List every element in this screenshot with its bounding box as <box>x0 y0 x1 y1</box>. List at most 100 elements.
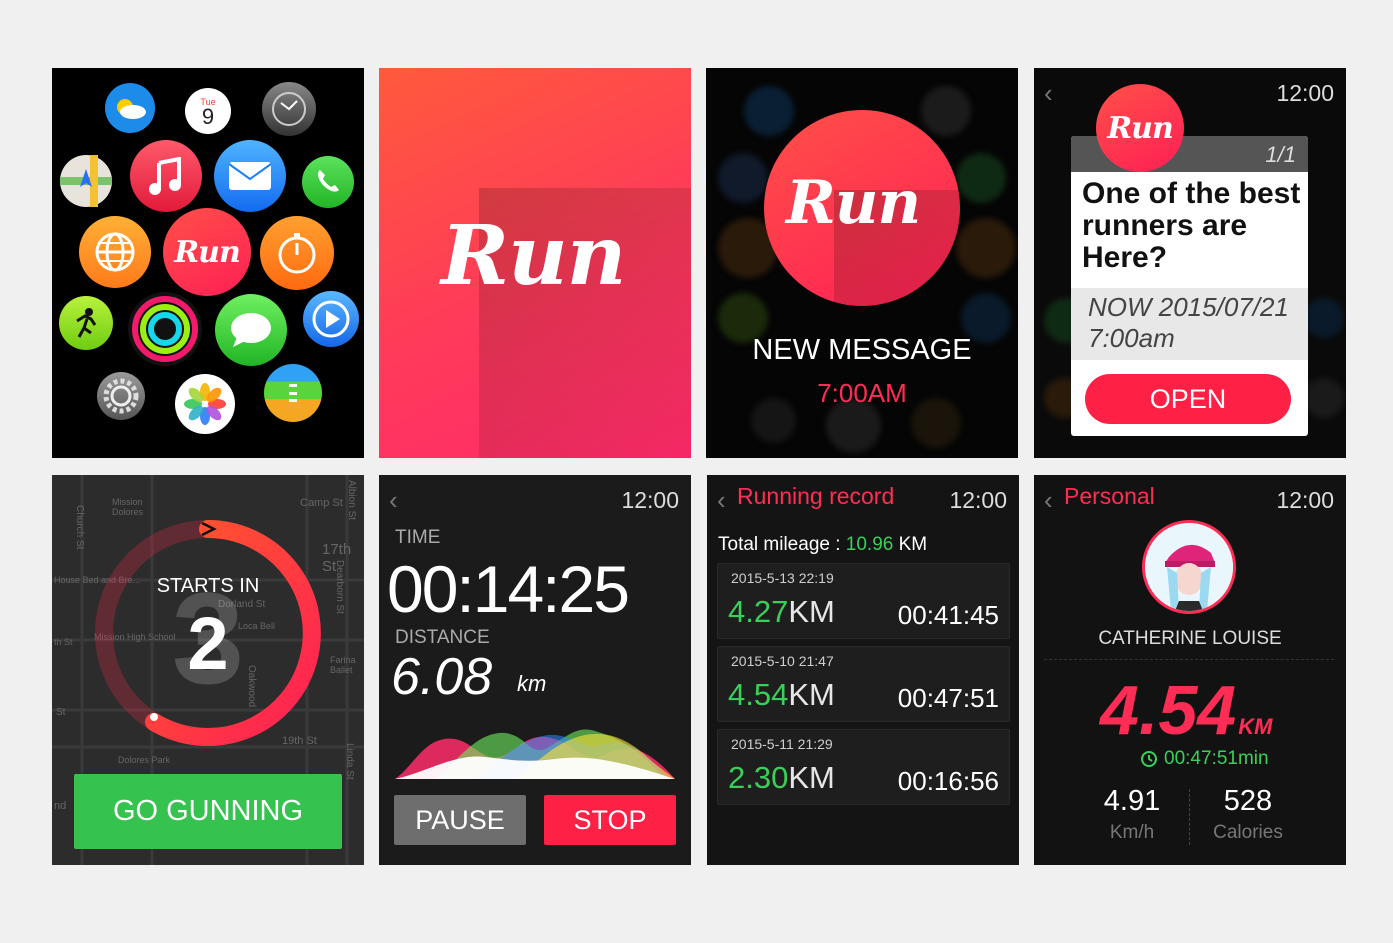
avatar[interactable] <box>1142 520 1236 614</box>
record-date: 2015-5-13 22:19 <box>731 570 834 586</box>
total-mileage-value: 10.96 <box>845 534 894 555</box>
calories-unit: Calories <box>1213 822 1283 843</box>
settings-app-icon[interactable] <box>97 372 145 420</box>
duration-row: 00:47:51min <box>1140 748 1269 770</box>
blur-dot <box>956 153 1006 203</box>
clock-icon <box>1141 751 1157 767</box>
map-label: Dolores Park <box>118 755 171 765</box>
duration-value: 00:47:51min <box>1164 748 1269 769</box>
total-distance-value: 4.54 <box>1100 671 1237 749</box>
time-label: TIME <box>395 527 441 548</box>
globe-app-icon[interactable] <box>79 216 151 288</box>
phone-app-icon[interactable] <box>302 156 354 208</box>
home-app-grid-screen: Tue 9 Run <box>52 68 364 458</box>
run-logo-circle: Run <box>764 110 960 306</box>
messages-app-icon[interactable] <box>215 294 287 366</box>
record-date: 2015-5-10 21:47 <box>731 653 834 669</box>
clock-time: 12:00 <box>1276 487 1334 513</box>
clock-app-icon[interactable] <box>262 82 316 136</box>
running-record-screen: ‹ Running record 12:00 Total mileage : 1… <box>707 475 1019 865</box>
distance-label: DISTANCE <box>395 627 490 648</box>
screen-title: Running record <box>737 483 895 509</box>
record-distance: 4.27KM <box>728 594 835 630</box>
calendar-app-icon[interactable]: Tue 9 <box>185 88 231 134</box>
stop-label: STOP <box>573 804 647 835</box>
workout-screen: ‹ 12:00 TIME 00:14:25 DISTANCE 6.08 km P… <box>379 475 691 865</box>
message-card: 1/1 One of the best runners are Here? NO… <box>1071 136 1308 436</box>
weather-app-icon[interactable] <box>105 83 155 133</box>
countdown-number: 2 <box>187 602 229 685</box>
back-chevron-icon[interactable]: ‹ <box>1044 487 1053 513</box>
play-app-icon[interactable] <box>303 291 359 347</box>
calendar-date-label: 9 <box>201 104 215 129</box>
workout-app-icon[interactable] <box>59 296 113 350</box>
blur-dot <box>718 153 768 203</box>
run-app-icon[interactable]: Run <box>163 208 251 296</box>
blur-dot <box>1304 298 1344 338</box>
personal-screen: ‹ Personal 12:00 CATHERINE LOUISE 4.54KM… <box>1034 475 1346 865</box>
map-label: nd <box>54 800 67 812</box>
blur-dot <box>921 86 971 136</box>
back-chevron-icon[interactable]: ‹ <box>389 487 398 513</box>
total-mileage-label: Total mileage : <box>718 534 846 555</box>
splash-run-logo: Run <box>441 208 626 304</box>
user-name: CATHERINE LOUISE <box>1098 628 1282 649</box>
new-message-screen: Run NEW MESSAGE 7:00AM <box>706 68 1018 458</box>
new-message-title: NEW MESSAGE <box>752 334 972 366</box>
total-mileage: Total mileage : 10.96 KM <box>718 534 927 556</box>
pause-label: PAUSE <box>415 804 505 835</box>
stop-button[interactable]: STOP <box>544 795 676 845</box>
clock-time: 12:00 <box>1276 80 1334 106</box>
record-row[interactable]: 2015-5-11 21:29 2.30KM 00:16:56 <box>717 729 1010 805</box>
activity-waveform <box>395 729 675 779</box>
mail-app-icon[interactable] <box>214 140 286 212</box>
distance-value: 6.08 <box>391 648 493 706</box>
photos-app-icon[interactable] <box>175 374 235 434</box>
record-date: 2015-5-11 21:29 <box>731 736 833 752</box>
open-button-label: OPEN <box>1149 383 1227 414</box>
record-duration: 00:41:45 <box>897 600 999 630</box>
pause-button[interactable]: PAUSE <box>394 795 526 845</box>
record-row[interactable]: 2015-5-13 22:19 4.27KM 00:41:45 <box>717 563 1010 639</box>
run-logo-badge: Run <box>1096 84 1184 172</box>
blur-dot <box>956 218 1016 278</box>
open-button[interactable]: OPEN <box>1085 374 1291 424</box>
new-message-time: 7:00AM <box>817 378 907 408</box>
time-value: 00:14:25 <box>387 552 630 626</box>
clock-time: 12:00 <box>949 487 1007 513</box>
record-row[interactable]: 2015-5-10 21:47 4.54KM 00:47:51 <box>717 646 1010 722</box>
record-km-value: 2.30 <box>728 760 789 795</box>
speed-unit: Km/h <box>1109 822 1155 843</box>
go-gunning-button[interactable]: GO GUNNING <box>74 774 342 849</box>
map-label: Camp St <box>300 497 343 509</box>
music-app-icon[interactable] <box>130 140 202 212</box>
record-duration: 00:47:51 <box>897 683 999 713</box>
speed-value: 4.91 <box>1103 785 1161 817</box>
card-headline: One of the best runners are Here? <box>1082 177 1301 274</box>
back-chevron-icon[interactable]: ‹ <box>1044 80 1053 106</box>
record-km-value: 4.27 <box>728 594 789 629</box>
calories-value: 528 <box>1223 785 1273 817</box>
back-chevron-icon[interactable]: ‹ <box>717 487 726 513</box>
record-distance: 4.54KM <box>728 677 835 713</box>
message-detail-screen: ‹ 12:00 1/1 One of the best runners are … <box>1034 68 1346 458</box>
timestamp-line2: 7:00am <box>1088 323 1175 353</box>
map-label: Linda St <box>344 743 355 780</box>
blur-dot <box>1304 378 1344 418</box>
pager-label: 1/1 <box>1265 142 1296 167</box>
total-mileage-unit: KM <box>893 534 928 555</box>
divider <box>1044 659 1334 660</box>
screen-title: Personal <box>1064 483 1155 509</box>
countdown-screen: Mission Dolores Camp St 17th St Church S… <box>52 475 364 865</box>
timer-app-icon[interactable] <box>260 216 334 290</box>
total-distance: 4.54KM <box>1100 670 1272 750</box>
map-label: Albion St <box>346 480 357 521</box>
run-logo-badge-label: Run <box>1107 110 1174 146</box>
maps-app-icon[interactable] <box>60 155 112 207</box>
record-distance: 2.30KM <box>728 760 835 796</box>
passbook-app-icon[interactable] <box>264 364 322 422</box>
clock-time: 12:00 <box>621 487 679 513</box>
run-app-label: Run <box>174 234 241 270</box>
record-duration: 00:16:56 <box>897 766 999 796</box>
activity-app-icon[interactable] <box>128 292 202 366</box>
